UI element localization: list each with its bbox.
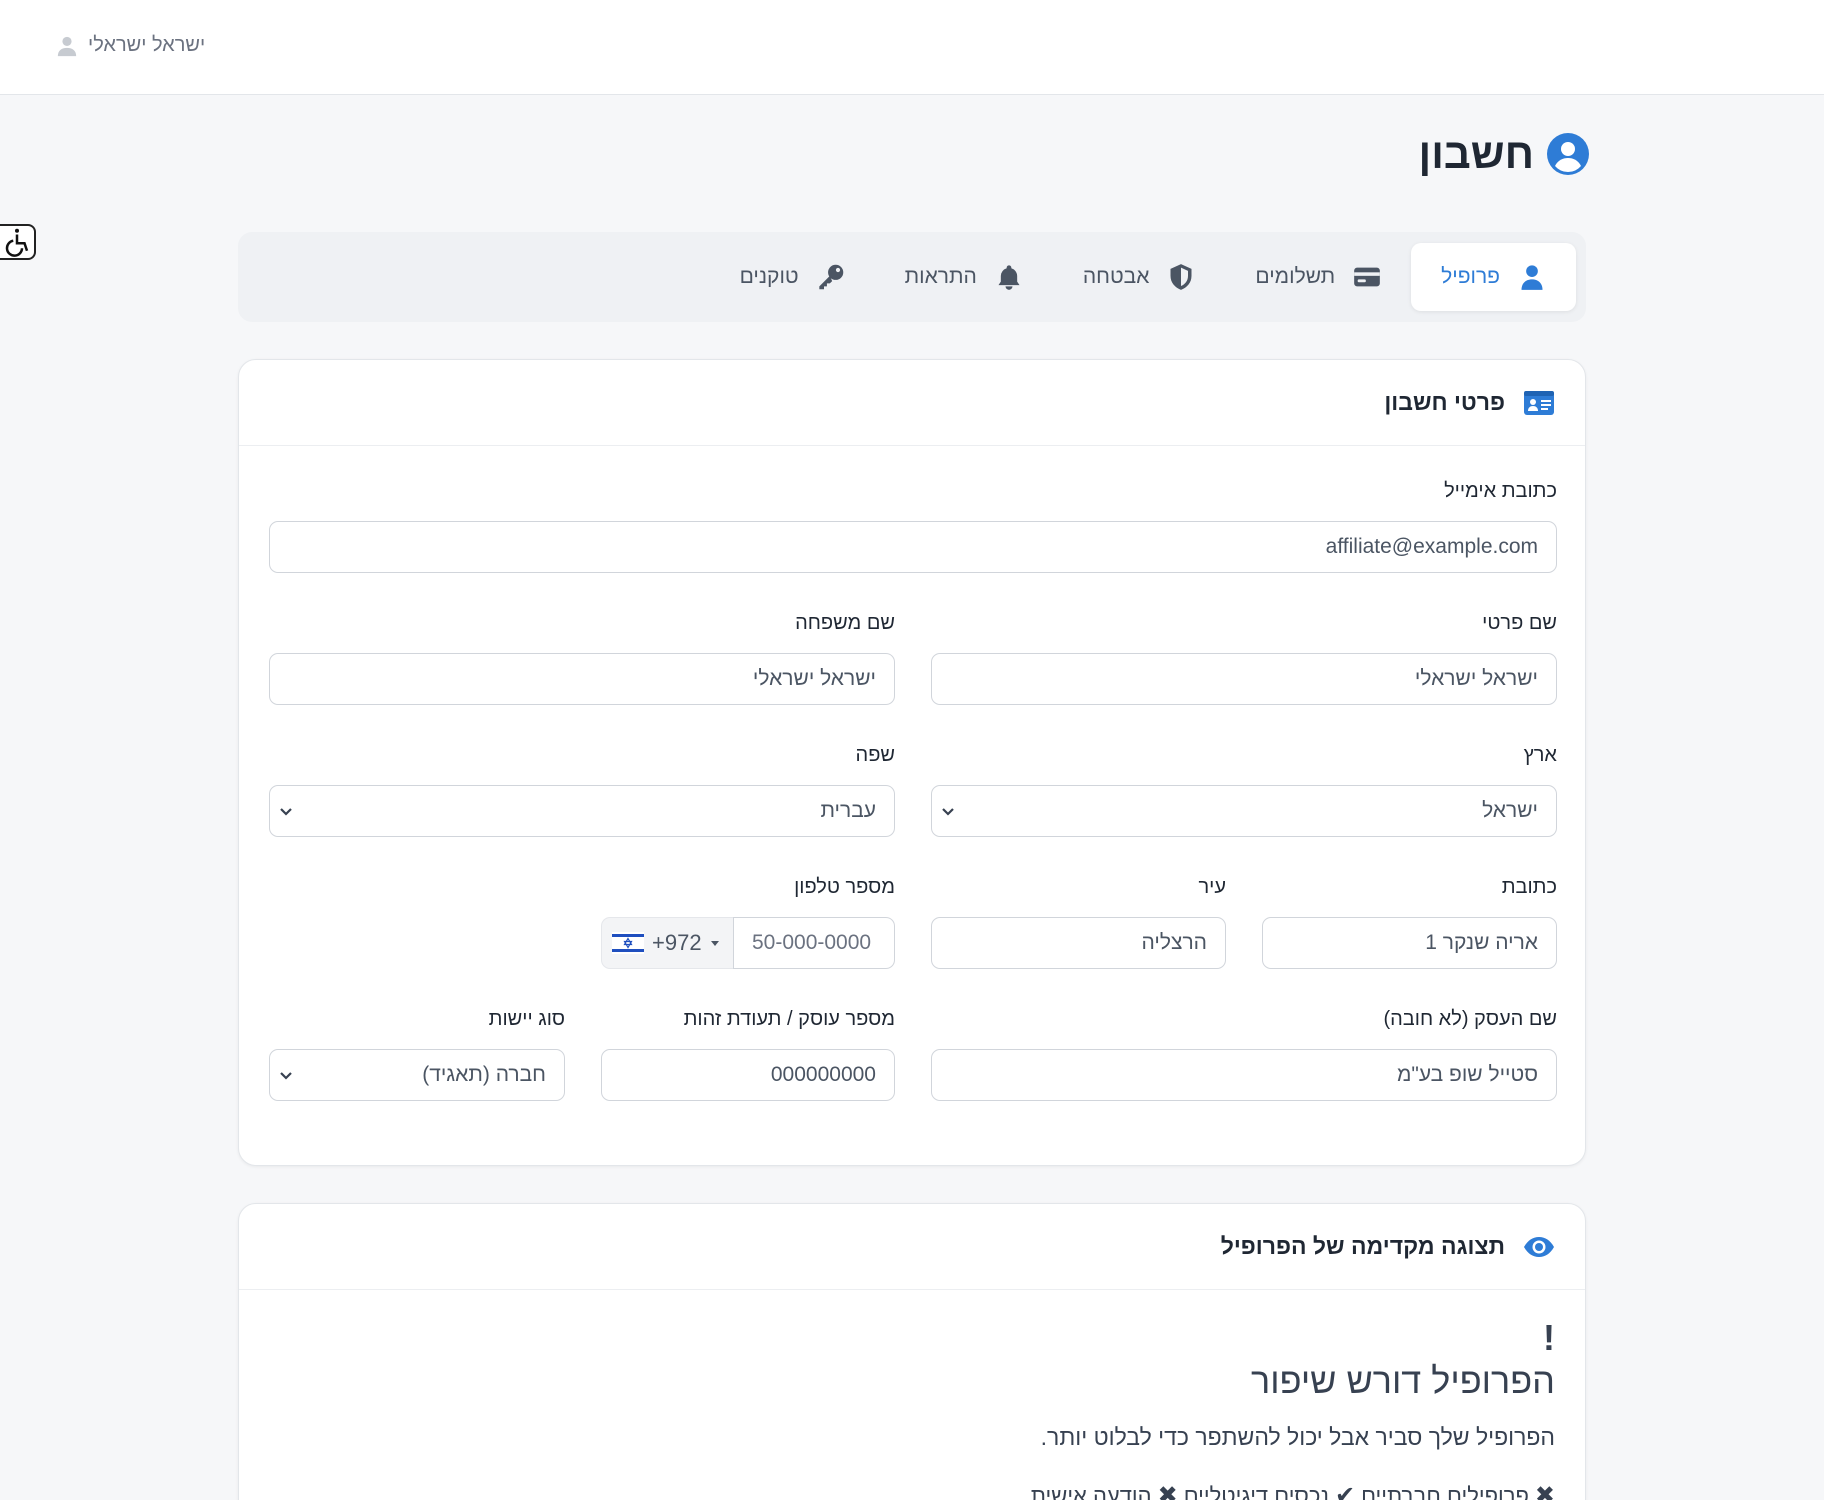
israel-flag-icon bbox=[612, 932, 644, 954]
city-field-group: עיר הרצליה bbox=[931, 876, 1226, 969]
business-id-value: 000000000 bbox=[770, 1063, 876, 1086]
address-value: אריה שנקר 1 bbox=[1425, 931, 1538, 954]
business-id-label: מספר עוסק / תעודת זהות bbox=[683, 1008, 895, 1030]
tab-payments[interactable]: תשלומים bbox=[1225, 243, 1411, 311]
city-field[interactable]: הרצליה bbox=[931, 917, 1226, 969]
user-name: ישראל ישראלי bbox=[88, 34, 206, 56]
eye-icon bbox=[1524, 1236, 1554, 1257]
last-name-value: ישראל ישראלי bbox=[752, 667, 876, 690]
preview-heading: הפרופיל דורש שיפור bbox=[1251, 1360, 1555, 1401]
business-name-field[interactable]: סטייל שופ בע"מ bbox=[931, 1049, 1557, 1101]
entity-type-field-group: סוג יישות חברה (תאגיד) bbox=[269, 1008, 565, 1101]
account-tabs: פרופיל תשלומים אבטחה התראות טוקנים bbox=[238, 232, 1586, 322]
phone-number-field[interactable]: 50-000-0000 bbox=[733, 917, 895, 969]
tab-label: טוקנים bbox=[739, 265, 799, 288]
business-id-field[interactable]: 000000000 bbox=[601, 1049, 895, 1101]
preview-description: הפרופיל שלך סביר אבל יכול להשתפר כדי לבל… bbox=[1040, 1424, 1555, 1450]
email-field[interactable]: affiliate@example.com bbox=[269, 521, 1557, 573]
first-name-label: שם פרטי bbox=[1482, 612, 1557, 634]
language-field-group: שפה עברית bbox=[269, 744, 895, 837]
profile-checklist: ✖ פרופילים חברתיים ✔ נכסים דיגיטליים ✖ ה… bbox=[1031, 1481, 1555, 1500]
address-field[interactable]: אריה שנקר 1 bbox=[1262, 917, 1557, 969]
caret-down-icon bbox=[710, 941, 719, 946]
language-label: שפה bbox=[855, 744, 895, 766]
card-title: פרטי חשבון bbox=[1384, 389, 1505, 415]
tab-tokens[interactable]: טוקנים bbox=[710, 243, 875, 311]
chevron-down-icon bbox=[280, 808, 292, 816]
user-menu[interactable]: ישראל ישראלי bbox=[56, 34, 205, 57]
page-title-text: חשבון bbox=[1418, 130, 1534, 177]
country-field-group: ארץ ישראל bbox=[931, 744, 1557, 837]
business-name-field-group: שם העסק (לא חובה) סטייל שופ בע"מ bbox=[931, 1008, 1557, 1101]
entity-type-select[interactable]: חברה (תאגיד) bbox=[269, 1049, 565, 1101]
tab-notifications[interactable]: התראות bbox=[875, 243, 1053, 311]
tab-label: תשלומים bbox=[1255, 265, 1336, 288]
credit-card-icon bbox=[1354, 267, 1380, 287]
language-select[interactable]: עברית bbox=[269, 785, 895, 837]
last-name-field-group: שם משפחה ישראל ישראלי bbox=[269, 612, 895, 705]
tab-label: פרופיל bbox=[1441, 265, 1500, 288]
check-mark-icon: ✔ bbox=[1334, 1482, 1356, 1500]
first-name-field[interactable]: ישראל ישראלי bbox=[931, 653, 1557, 705]
checklist-item: פרופילים חברתיים bbox=[1361, 1482, 1529, 1500]
tab-security[interactable]: אבטחה bbox=[1053, 243, 1226, 311]
phone-label: מספר טלפון bbox=[794, 876, 895, 898]
email-field-group: כתובת אימייל affiliate@example.com bbox=[269, 480, 1557, 573]
first-name-field-group: שם פרטי ישראל ישראלי bbox=[931, 612, 1557, 705]
card-title: תצוגה מקדימה של הפרופיל bbox=[1220, 1233, 1505, 1259]
first-name-value: ישראל ישראלי bbox=[1414, 667, 1538, 690]
shield-icon bbox=[1170, 264, 1192, 290]
entity-type-value: חברה (תאגיד) bbox=[422, 1063, 546, 1086]
chevron-down-icon bbox=[280, 1072, 292, 1080]
user-avatar-icon bbox=[57, 36, 77, 56]
email-label: כתובת אימייל bbox=[1444, 480, 1557, 502]
account-details-card: פרטי חשבון כתובת אימייל affiliate@exampl… bbox=[238, 359, 1586, 1166]
email-value: affiliate@example.com bbox=[1325, 535, 1538, 558]
user-icon bbox=[1521, 265, 1543, 290]
card-header: תצוגה מקדימה של הפרופיל bbox=[239, 1204, 1585, 1290]
tab-label: התראות bbox=[904, 265, 977, 288]
preview-body: ! הפרופיל דורש שיפור הפרופיל שלך סביר אב… bbox=[1031, 1320, 1555, 1500]
country-code: +972 bbox=[652, 930, 702, 955]
last-name-field[interactable]: ישראל ישראלי bbox=[269, 653, 895, 705]
exclamation-icon: ! bbox=[1543, 1317, 1555, 1358]
business-name-label: שם העסק (לא חובה) bbox=[1383, 1008, 1557, 1030]
address-field-group: כתובת אריה שנקר 1 bbox=[1262, 876, 1557, 969]
tab-label: אבטחה bbox=[1082, 265, 1150, 288]
address-label: כתובת bbox=[1501, 876, 1557, 898]
entity-type-label: סוג יישות bbox=[488, 1008, 565, 1030]
business-name-value: סטייל שופ בע"מ bbox=[1396, 1063, 1538, 1086]
key-icon bbox=[818, 264, 843, 290]
accessibility-button[interactable] bbox=[0, 224, 36, 260]
phone-placeholder: 50-000-0000 bbox=[752, 931, 872, 954]
page-title: חשבון bbox=[1419, 130, 1590, 178]
city-value: הרצליה bbox=[1141, 931, 1207, 954]
country-value: ישראל bbox=[1482, 799, 1538, 822]
tab-profile[interactable]: פרופיל bbox=[1411, 243, 1576, 311]
chevron-down-icon bbox=[942, 808, 954, 816]
phone-input-group: +972 50-000-0000 bbox=[601, 917, 895, 969]
profile-preview-card: תצוגה מקדימה של הפרופיל ! הפרופיל דורש ש… bbox=[238, 1203, 1586, 1500]
x-mark-icon: ✖ bbox=[1534, 1482, 1555, 1500]
top-bar: ישראל ישראלי bbox=[0, 0, 1824, 95]
last-name-label: שם משפחה bbox=[795, 612, 895, 634]
city-label: עיר bbox=[1198, 876, 1226, 898]
checklist-item: הודעה אישית bbox=[1030, 1482, 1152, 1500]
card-header: פרטי חשבון bbox=[239, 360, 1585, 446]
country-code-select[interactable]: +972 bbox=[601, 917, 733, 969]
wheelchair-icon bbox=[5, 228, 29, 257]
business-id-field-group: מספר עוסק / תעודת זהות 000000000 bbox=[601, 1008, 895, 1101]
id-card-icon bbox=[1524, 390, 1554, 415]
phone-field-group: מספר טלפון +972 50-000-0000 bbox=[601, 876, 895, 969]
bell-icon bbox=[998, 265, 1020, 290]
country-label: ארץ bbox=[1523, 744, 1557, 766]
language-value: עברית bbox=[820, 799, 876, 822]
user-circle-icon bbox=[1547, 133, 1589, 175]
country-select[interactable]: ישראל bbox=[931, 785, 1557, 837]
x-mark-icon: ✖ bbox=[1157, 1482, 1178, 1500]
checklist-item: נכסים דיגיטליים bbox=[1183, 1482, 1329, 1500]
